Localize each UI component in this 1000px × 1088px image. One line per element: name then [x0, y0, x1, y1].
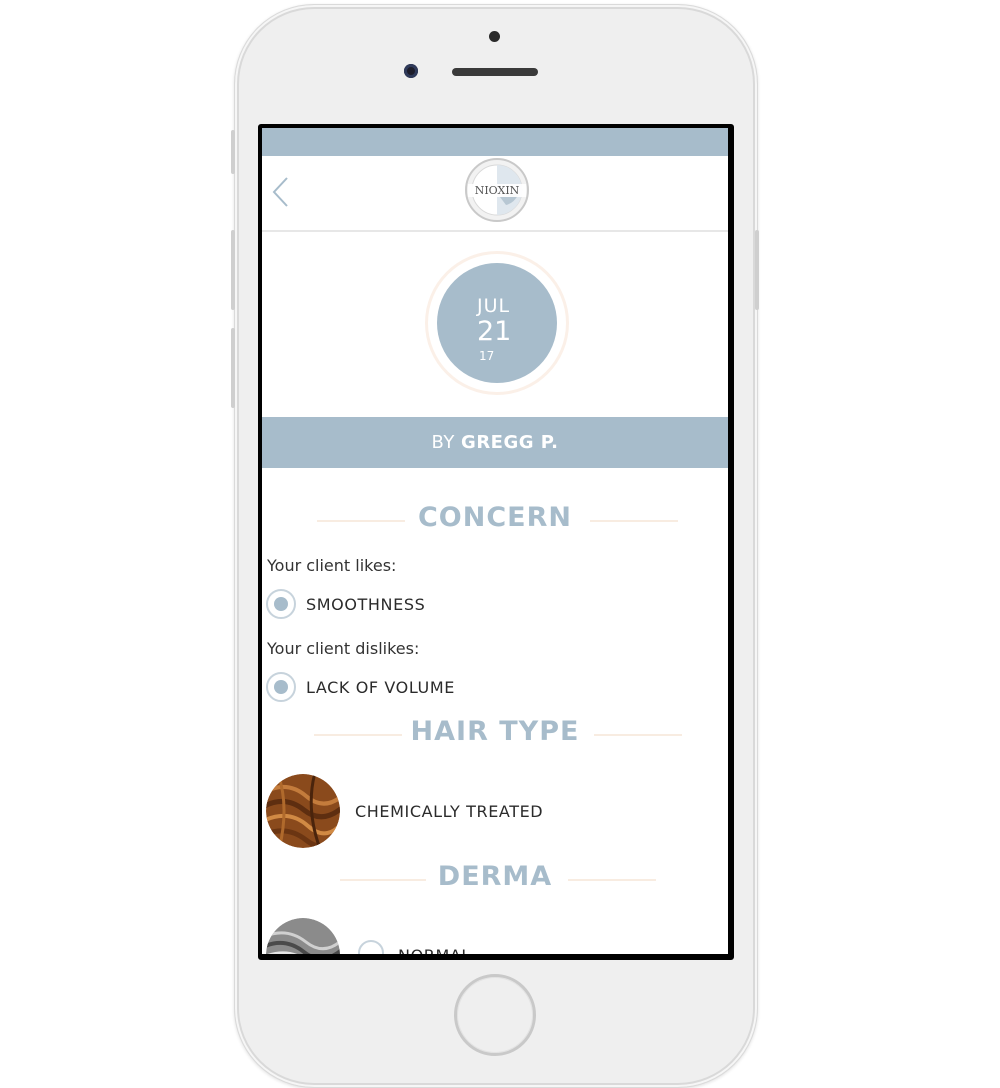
date-day: 21 [477, 316, 512, 347]
derma-normal-label: NORMAL [398, 946, 471, 954]
hair-type-heading: HAIR TYPE [262, 716, 728, 752]
concern-heading: CONCERN [262, 502, 728, 538]
hair-type-value: CHEMICALLY TREATED [355, 802, 544, 821]
nioxin-logo: NIOXIN [465, 158, 529, 222]
likes-label: Your client likes: [267, 556, 397, 575]
date-circle: JUL 21 17 [437, 263, 557, 383]
stylist-prefix: BY [431, 432, 455, 453]
front-camera [404, 64, 418, 78]
logo-text: NIOXIN [475, 184, 520, 197]
appointment-date-badge: JUL 21 17 [428, 254, 566, 392]
derma-scalp-image [266, 918, 340, 954]
status-bar [262, 128, 728, 156]
lack-of-volume-label: LACK OF VOLUME [306, 678, 455, 697]
power-button [755, 230, 759, 310]
stylist-name: GREGG P. [461, 432, 559, 453]
date-year: 17 [479, 349, 495, 363]
radio-selected-dot [274, 680, 288, 694]
proximity-sensor [489, 31, 500, 42]
lack-of-volume-radio[interactable] [266, 672, 296, 702]
derma-heading-text: DERMA [437, 861, 553, 892]
dislikes-label: Your client dislikes: [267, 639, 420, 658]
radio-selected-dot [274, 597, 288, 611]
stylist-banner: BY GREGG P. [262, 417, 728, 468]
smoothness-label: SMOOTHNESS [306, 595, 426, 614]
app-screen: NIOXIN JUL 21 17 BY GREGG P. CONCERN You… [262, 128, 728, 954]
derma-normal-radio[interactable] [358, 940, 384, 954]
derma-heading: DERMA [262, 861, 728, 897]
mute-switch [231, 130, 235, 174]
concern-heading-text: CONCERN [417, 502, 572, 533]
home-button[interactable] [454, 974, 536, 1056]
volume-up-button [231, 230, 235, 310]
smoothness-radio[interactable] [266, 589, 296, 619]
back-chevron-icon[interactable] [268, 174, 294, 210]
hair-type-heading-text: HAIR TYPE [410, 716, 580, 747]
volume-down-button [231, 328, 235, 408]
earpiece-speaker [452, 68, 538, 76]
top-navigation-bar: NIOXIN [262, 156, 728, 232]
chemically-treated-hair-image [266, 774, 340, 848]
date-month: JUL [477, 295, 511, 317]
